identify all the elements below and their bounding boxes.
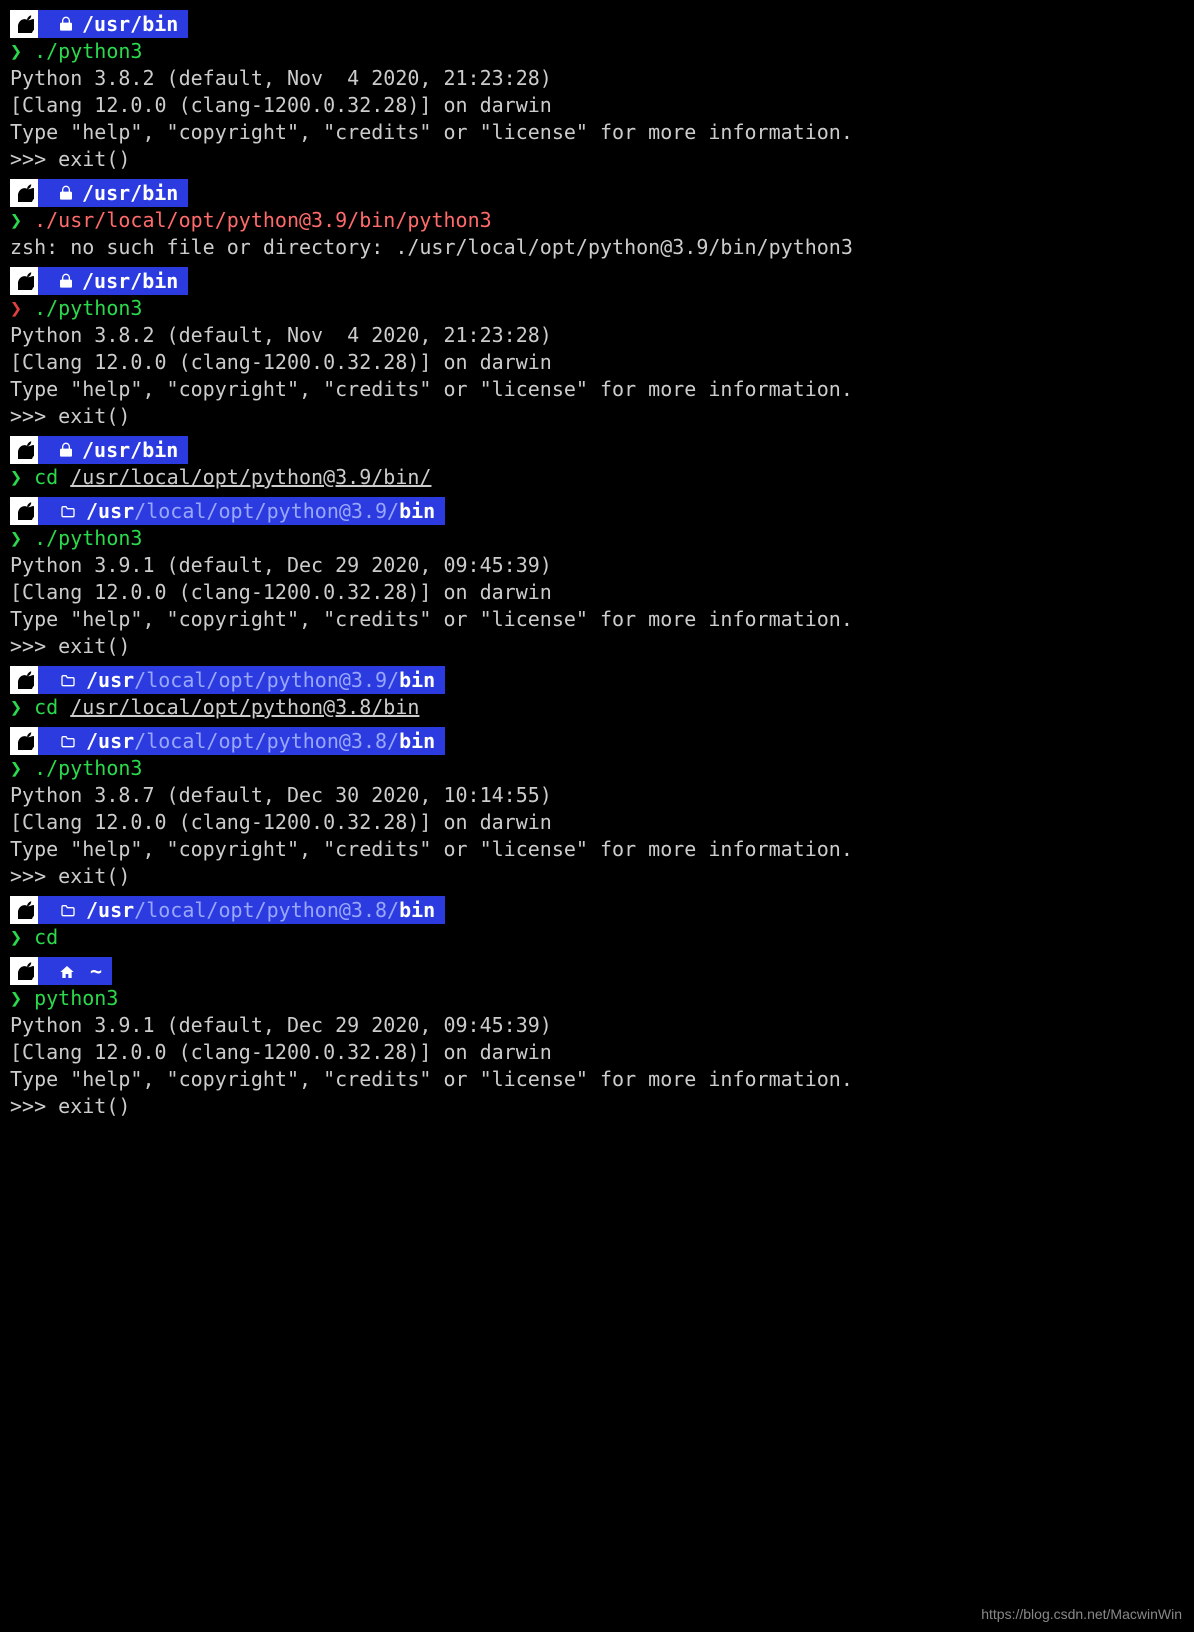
prompt-row: /usr/local/opt/python@3.9/bin bbox=[10, 666, 1184, 694]
command-output: Python 3.8.2 (default, Nov 4 2020, 21:23… bbox=[10, 322, 1184, 430]
command-block: /usr/bin❯ ./python3Python 3.8.2 (default… bbox=[10, 10, 1184, 173]
prompt-arrow-icon: ❯ bbox=[10, 925, 22, 949]
command-text: ./python3 bbox=[34, 526, 142, 550]
folder-icon bbox=[58, 728, 78, 755]
command-arg: /usr/local/opt/python@3.8/bin bbox=[70, 695, 419, 719]
command-text: cd bbox=[34, 925, 58, 949]
command-block: /usr/local/opt/python@3.8/bin❯ cd bbox=[10, 896, 1184, 951]
folder-icon bbox=[58, 498, 78, 525]
command-line[interactable]: ❯ ./python3 bbox=[10, 525, 1184, 552]
folder-icon bbox=[58, 667, 78, 694]
apple-logo-segment bbox=[10, 179, 38, 207]
apple-logo-segment bbox=[10, 957, 38, 985]
cwd-path: /usr/local/opt/python@3.8/bin bbox=[86, 897, 435, 924]
command-block: ~❯ python3Python 3.9.1 (default, Dec 29 … bbox=[10, 957, 1184, 1120]
terminal-output[interactable]: /usr/bin❯ ./python3Python 3.8.2 (default… bbox=[10, 10, 1184, 1120]
prompt-arrow-icon: ❯ bbox=[10, 695, 22, 719]
command-output: Python 3.9.1 (default, Dec 29 2020, 09:4… bbox=[10, 552, 1184, 660]
apple-logo-segment bbox=[10, 267, 38, 295]
command-output: Python 3.8.7 (default, Dec 30 2020, 10:1… bbox=[10, 782, 1184, 890]
cwd-segment: ~ bbox=[38, 957, 112, 985]
prompt-arrow-icon: ❯ bbox=[10, 465, 22, 489]
apple-logo-segment bbox=[10, 666, 38, 694]
home-icon bbox=[58, 958, 76, 985]
command-block: /usr/bin❯ cd /usr/local/opt/python@3.9/b… bbox=[10, 436, 1184, 491]
command-text: ./usr/local/opt/python@3.9/bin/python3 bbox=[34, 208, 492, 232]
command-line[interactable]: ❯ cd /usr/local/opt/python@3.9/bin/ bbox=[10, 464, 1184, 491]
command-line[interactable]: ❯ cd /usr/local/opt/python@3.8/bin bbox=[10, 694, 1184, 721]
apple-logo-segment bbox=[10, 497, 38, 525]
command-text: ./python3 bbox=[34, 39, 142, 63]
cwd-segment: /usr/bin bbox=[38, 10, 188, 38]
cwd-segment: /usr/local/opt/python@3.9/bin bbox=[38, 666, 445, 694]
command-line[interactable]: ❯ python3 bbox=[10, 985, 1184, 1012]
lock-icon bbox=[58, 180, 74, 207]
command-block: /usr/bin❯ ./python3Python 3.8.2 (default… bbox=[10, 267, 1184, 430]
lock-icon bbox=[58, 437, 74, 464]
apple-logo-segment bbox=[10, 10, 38, 38]
command-block: /usr/local/opt/python@3.9/bin❯ ./python3… bbox=[10, 497, 1184, 660]
command-block: /usr/bin❯ ./usr/local/opt/python@3.9/bin… bbox=[10, 179, 1184, 261]
command-text: cd bbox=[34, 465, 58, 489]
prompt-row: /usr/bin bbox=[10, 10, 1184, 38]
lock-icon bbox=[58, 11, 74, 38]
command-line[interactable]: ❯ cd bbox=[10, 924, 1184, 951]
cwd-path: ~ bbox=[84, 958, 102, 985]
command-block: /usr/local/opt/python@3.8/bin❯ ./python3… bbox=[10, 727, 1184, 890]
command-line[interactable]: ❯ ./python3 bbox=[10, 38, 1184, 65]
cwd-path: /usr/bin bbox=[82, 437, 178, 464]
prompt-arrow-icon: ❯ bbox=[10, 526, 22, 550]
prompt-arrow-icon: ❯ bbox=[10, 296, 22, 320]
apple-logo-segment bbox=[10, 896, 38, 924]
cwd-path: /usr/local/opt/python@3.9/bin bbox=[86, 667, 435, 694]
prompt-arrow-icon: ❯ bbox=[10, 39, 22, 63]
cwd-segment: /usr/bin bbox=[38, 267, 188, 295]
command-line[interactable]: ❯ ./python3 bbox=[10, 755, 1184, 782]
prompt-arrow-icon: ❯ bbox=[10, 208, 22, 232]
prompt-row: /usr/bin bbox=[10, 267, 1184, 295]
prompt-row: ~ bbox=[10, 957, 1184, 985]
prompt-row: /usr/bin bbox=[10, 179, 1184, 207]
watermark-text: https://blog.csdn.net/MacwinWin bbox=[981, 1605, 1182, 1624]
cwd-path: /usr/local/opt/python@3.8/bin bbox=[86, 728, 435, 755]
apple-logo-segment bbox=[10, 436, 38, 464]
cwd-path: /usr/local/opt/python@3.9/bin bbox=[86, 498, 435, 525]
cwd-segment: /usr/local/opt/python@3.8/bin bbox=[38, 727, 445, 755]
apple-logo-segment bbox=[10, 727, 38, 755]
cwd-segment: /usr/bin bbox=[38, 179, 188, 207]
command-output: zsh: no such file or directory: ./usr/lo… bbox=[10, 234, 1184, 261]
command-output: Python 3.8.2 (default, Nov 4 2020, 21:23… bbox=[10, 65, 1184, 173]
command-arg: /usr/local/opt/python@3.9/bin/ bbox=[70, 465, 431, 489]
prompt-arrow-icon: ❯ bbox=[10, 756, 22, 780]
command-text: cd bbox=[34, 695, 58, 719]
prompt-row: /usr/local/opt/python@3.9/bin bbox=[10, 497, 1184, 525]
prompt-row: /usr/local/opt/python@3.8/bin bbox=[10, 896, 1184, 924]
lock-icon bbox=[58, 268, 74, 295]
command-line[interactable]: ❯ ./usr/local/opt/python@3.9/bin/python3 bbox=[10, 207, 1184, 234]
command-text: ./python3 bbox=[34, 756, 142, 780]
cwd-path: /usr/bin bbox=[82, 180, 178, 207]
command-line[interactable]: ❯ ./python3 bbox=[10, 295, 1184, 322]
prompt-arrow-icon: ❯ bbox=[10, 986, 22, 1010]
command-output: Python 3.9.1 (default, Dec 29 2020, 09:4… bbox=[10, 1012, 1184, 1120]
prompt-row: /usr/local/opt/python@3.8/bin bbox=[10, 727, 1184, 755]
command-block: /usr/local/opt/python@3.9/bin❯ cd /usr/l… bbox=[10, 666, 1184, 721]
cwd-segment: /usr/bin bbox=[38, 436, 188, 464]
folder-icon bbox=[58, 897, 78, 924]
command-text: python3 bbox=[34, 986, 118, 1010]
cwd-path: /usr/bin bbox=[82, 268, 178, 295]
cwd-segment: /usr/local/opt/python@3.8/bin bbox=[38, 896, 445, 924]
command-text: ./python3 bbox=[34, 296, 142, 320]
cwd-segment: /usr/local/opt/python@3.9/bin bbox=[38, 497, 445, 525]
cwd-path: /usr/bin bbox=[82, 11, 178, 38]
prompt-row: /usr/bin bbox=[10, 436, 1184, 464]
